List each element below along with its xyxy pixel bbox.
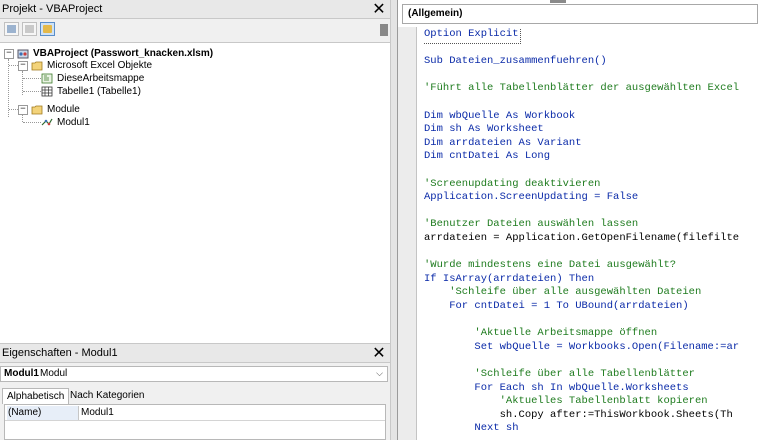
tree-line: [23, 122, 41, 123]
folder-icon: [31, 105, 43, 115]
code-line[interactable]: Set wbQuelle = Workbooks.Open(Filename:=…: [424, 341, 739, 355]
code-line[interactable]: Dim sh As Worksheet: [424, 123, 544, 137]
project-tree: − VBAProject (Passwort_knacken.xlsm) − M…: [0, 42, 390, 343]
code-line[interactable]: Dim wbQuelle As Workbook: [424, 110, 575, 124]
form-icon: [25, 25, 34, 33]
view-code-button[interactable]: [4, 22, 19, 36]
code-line[interactable]: 'Aktuelles Tabellenblatt kopieren: [424, 395, 708, 409]
properties-titlebar[interactable]: Eigenschaften - Modul1 ✕: [0, 343, 390, 363]
collapse-toggle[interactable]: −: [18, 105, 28, 115]
close-icon[interactable]: ✕: [372, 344, 386, 362]
code-window: (Allgemein) Option Explicit Sub Dateien_z…: [398, 0, 758, 440]
window-edge: [550, 0, 566, 3]
tree-node-label: DieseArbeitsmappe: [57, 73, 145, 84]
property-value[interactable]: Modul1: [81, 406, 114, 420]
code-line[interactable]: 'Aktuelle Arbeitsmappe öffnen: [424, 327, 657, 341]
code-editor[interactable]: Option Explicit Sub Dateien_zusammenfuehr…: [424, 28, 758, 440]
collapse-toggle[interactable]: −: [18, 61, 28, 71]
tree-line: [9, 65, 18, 66]
worksheet-icon: [41, 86, 53, 97]
object-type: Modul: [40, 368, 68, 379]
project-toolbar: [0, 19, 390, 41]
object-dropdown-value: (Allgemein): [408, 8, 463, 19]
code-line[interactable]: 'Wurde mindestens eine Datei ausgewählt?: [424, 259, 676, 273]
code-line[interactable]: 'Schleife über alle ausgewählten Dateien: [424, 286, 701, 300]
properties-tabs: Alphabetisch Nach Kategorien: [0, 386, 390, 404]
tree-line: [22, 115, 23, 122]
project-explorer-title: Projekt - VBAProject: [2, 3, 103, 15]
code-window-icon: [7, 25, 16, 33]
code-line[interactable]: Dim cntDatei As Long: [424, 150, 550, 164]
properties-object-select[interactable]: Modul1 Modul ⌵: [0, 366, 388, 382]
chevron-down-icon[interactable]: ⌵: [376, 367, 383, 381]
close-icon[interactable]: ✕: [372, 0, 386, 18]
code-line[interactable]: 'Führt alle Tabellenblätter der ausgewäh…: [424, 82, 739, 96]
property-name: (Name): [7, 406, 79, 420]
module-icon: [41, 118, 53, 126]
tree-node-label: Microsoft Excel Objekte: [47, 60, 153, 71]
view-object-button[interactable]: [22, 22, 37, 36]
code-line[interactable]: For Each sh In wbQuelle.Worksheets: [424, 382, 688, 396]
object-name: Modul1: [4, 368, 39, 379]
vbaproject-icon: [17, 49, 29, 59]
code-line[interactable]: arrdateien = Application.GetOpenFilename…: [424, 232, 739, 246]
tree-node-label: Module: [47, 104, 80, 115]
folder-icon: [31, 61, 43, 71]
tree-line: [23, 78, 41, 79]
code-line[interactable]: Option Explicit: [424, 28, 521, 44]
code-line[interactable]: Next sh: [424, 422, 518, 436]
properties-grid: (Name) Modul1: [4, 404, 386, 440]
tree-line: [23, 91, 41, 92]
code-line[interactable]: sh.Copy after:=ThisWorkbook.Sheets(Th: [424, 409, 733, 423]
code-line[interactable]: Sub Dateien_zusammenfuehren(): [424, 55, 607, 69]
tab-nach-kategorien[interactable]: Nach Kategorien: [68, 388, 147, 403]
left-panel: Projekt - VBAProject ✕ − VBAProject (Pas…: [0, 0, 390, 440]
properties-title: Eigenschaften - Modul1: [2, 347, 118, 359]
code-line[interactable]: 'Schleife über alle Tabellenblätter: [424, 368, 695, 382]
code-line[interactable]: 'Screenupdating deaktivieren: [424, 178, 600, 192]
scroll-arrow-icon[interactable]: [380, 24, 388, 36]
tree-line: [9, 109, 18, 110]
folder-icon: [43, 25, 52, 33]
property-row[interactable]: (Name) Modul1: [5, 406, 385, 421]
code-gutter[interactable]: [398, 27, 417, 440]
code-line[interactable]: For cntDatei = 1 To UBound(arrdateien): [424, 300, 688, 314]
tree-node-label: Tabelle1 (Tabelle1): [57, 86, 141, 97]
tree-node-label: Modul1: [57, 117, 90, 128]
pane-splitter[interactable]: [390, 0, 398, 440]
toggle-folders-button[interactable]: [40, 22, 55, 36]
collapse-toggle[interactable]: −: [4, 49, 14, 59]
object-dropdown[interactable]: (Allgemein): [402, 4, 758, 24]
code-line[interactable]: If IsArray(arrdateien) Then: [424, 273, 594, 287]
tab-alphabetisch[interactable]: Alphabetisch: [2, 388, 70, 404]
code-line[interactable]: 'Benutzer Dateien auswählen lassen: [424, 218, 638, 232]
code-line[interactable]: Dim arrdateien As Variant: [424, 137, 582, 151]
workbook-icon: [41, 73, 53, 84]
project-explorer-titlebar[interactable]: Projekt - VBAProject ✕: [0, 0, 390, 19]
code-line[interactable]: Application.ScreenUpdating = False: [424, 191, 638, 205]
